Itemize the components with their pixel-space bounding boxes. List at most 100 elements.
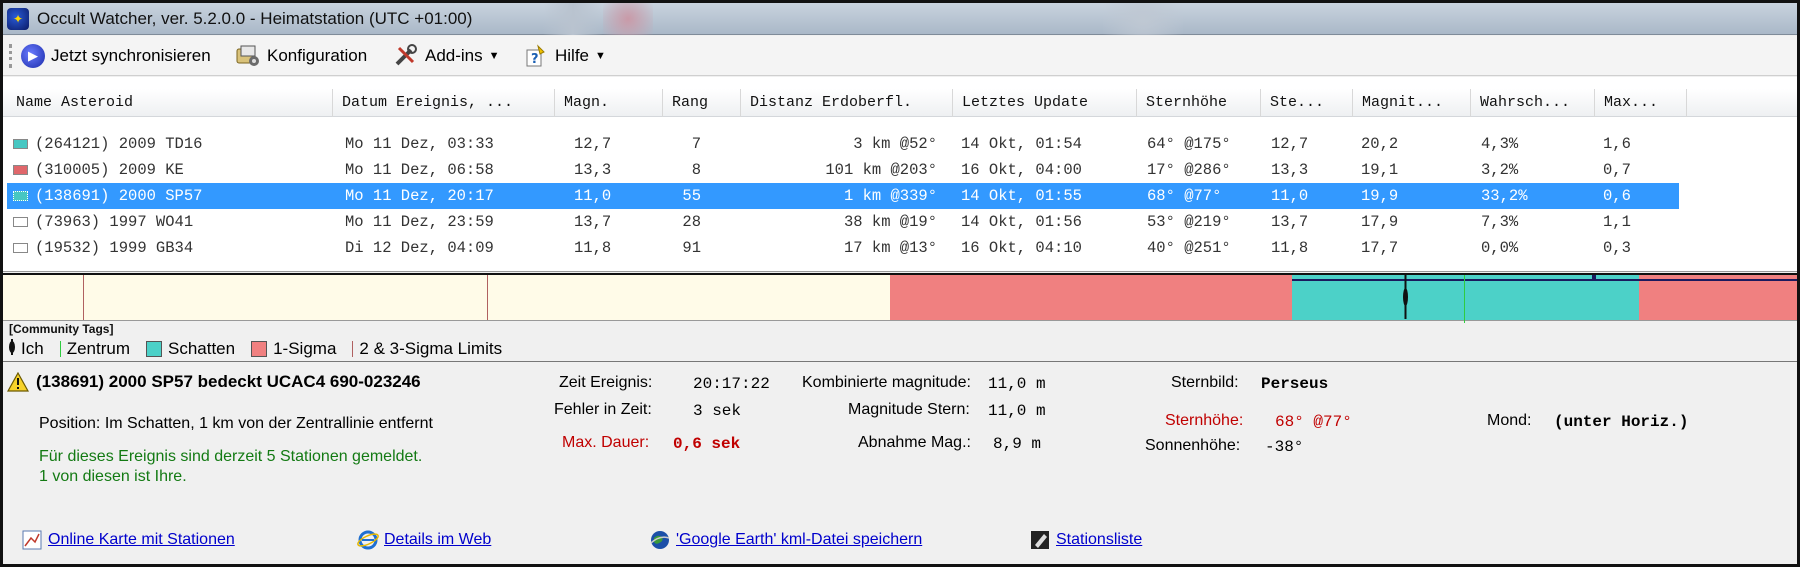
col-header-name[interactable]: Name Asteroid <box>7 89 333 117</box>
toolbar-grip[interactable] <box>9 44 12 68</box>
legend-limits: 2 & 3-Sigma Limits <box>352 339 502 359</box>
help-icon: ? <box>523 44 549 68</box>
legend-center-label: Zentrum <box>66 339 130 358</box>
legend-limits-label: 2 & 3-Sigma Limits <box>359 339 503 358</box>
title-bar-blur <box>1103 3 1183 35</box>
cell-ste: 11,0 <box>1271 187 1309 205</box>
title-bar[interactable]: ✦ Occult Watcher, ver. 5.2.0.0 - Heimats… <box>3 3 1797 35</box>
events-grid[interactable]: Name Asteroid Datum Ereignis, ... Magn. … <box>3 77 1797 272</box>
constellation-label: Sternbild: <box>1171 374 1239 391</box>
row-color-swatch <box>13 139 28 149</box>
cell-alt: 17° @286° <box>1147 161 1231 179</box>
sync-button[interactable]: ▶ Jetzt synchronisieren <box>21 42 211 70</box>
table-row[interactable]: (19532) 1999 GB34 Di 12 Dez, 04:09 11,8 91 1… <box>7 235 1679 261</box>
cell-date: Mo 11 Dez, 03:33 <box>345 135 494 153</box>
google-earth-link[interactable]: 'Google Earth' kml-Datei speichern <box>649 529 922 551</box>
col-header-magn[interactable]: Magn. <box>555 89 663 117</box>
cell-prob: 3,2% <box>1481 161 1519 179</box>
chevron-down-icon: ▼ <box>488 50 500 62</box>
sigma-limit-line <box>487 275 488 320</box>
col-header-ste[interactable]: Ste... <box>1261 89 1353 117</box>
col-header-max[interactable]: Max... <box>1595 89 1687 117</box>
cell-dist: 17 km @13° <box>843 239 937 257</box>
station-list-link-label: Stationsliste <box>1056 531 1143 548</box>
cell-rank: 28 <box>682 213 701 231</box>
cell-magn: 11,8 <box>574 239 612 257</box>
window-title: Occult Watcher, ver. 5.2.0.0 - Heimatsta… <box>37 9 473 28</box>
cell-alt: 64° @175° <box>1147 135 1231 153</box>
table-row[interactable]: (310005) 2009 KE Mo 11 Dez, 06:58 13,3 8 101… <box>7 157 1679 183</box>
cell-rank: 8 <box>691 161 701 179</box>
cell-rank: 7 <box>691 135 701 153</box>
cell-date: Mo 11 Dez, 20:17 <box>345 187 494 205</box>
cell-name: (73963) 1997 WO41 <box>35 213 194 231</box>
event-headline: (138691) 2000 SP57 bedeckt UCAC4 690-023… <box>36 372 421 391</box>
sigma-limit-line <box>83 275 84 320</box>
combined-mag-value: 11,0 m <box>988 375 1046 393</box>
position-text: Position: Im Schatten, 1 km von der Zent… <box>39 415 433 432</box>
cell-date: Mo 11 Dez, 06:58 <box>345 161 494 179</box>
cell-max: 1,1 <box>1603 213 1631 231</box>
sun-alt-label: Sonnenhöhe: <box>1145 437 1241 454</box>
moon-value: (unter Horiz.) <box>1554 413 1689 431</box>
col-header-last-update[interactable]: Letztes Update <box>953 89 1137 117</box>
web-details-link[interactable]: Details im Web <box>357 529 491 551</box>
cell-prob: 7,3% <box>1481 213 1519 231</box>
col-header-magnitude[interactable]: Magnit... <box>1353 89 1471 117</box>
table-row[interactable]: (138691) 2000 SP57 Mo 11 Dez, 20:17 11,0 55… <box>7 183 1679 209</box>
legend-one-sigma-label: 1-Sigma <box>273 339 337 358</box>
cell-magnit: 17,9 <box>1361 213 1399 231</box>
station-list-link[interactable]: Stationsliste <box>1029 529 1142 551</box>
cell-update: 14 Okt, 01:56 <box>961 213 1082 231</box>
col-header-date[interactable]: Datum Ereignis, ... <box>333 89 555 117</box>
row-color-swatch <box>13 243 28 253</box>
legend-shadow: Schatten <box>145 339 236 359</box>
time-error-value: 3 sek <box>693 402 742 420</box>
chevron-down-icon: ▼ <box>595 50 606 62</box>
cell-max: 0,6 <box>1603 187 1631 205</box>
cell-ste: 11,8 <box>1271 239 1309 257</box>
cell-max: 1,6 <box>1603 135 1631 153</box>
legend-shadow-label: Schatten <box>167 339 236 358</box>
shadow-region <box>1292 275 1639 320</box>
star-mag-value: 11,0 m <box>988 402 1046 420</box>
cell-ste: 13,3 <box>1271 161 1309 179</box>
col-header-probability[interactable]: Wahrsch... <box>1471 89 1595 117</box>
col-header-star-alt[interactable]: Sternhöhe <box>1137 89 1261 117</box>
sync-icon: ▶ <box>21 44 45 68</box>
config-button[interactable]: Konfiguration <box>235 42 367 70</box>
table-row[interactable]: (264121) 2009 TD16 Mo 11 Dez, 03:33 12,7 7 3… <box>7 131 1679 157</box>
cell-ste: 13,7 <box>1271 213 1309 231</box>
title-bar-blur <box>603 3 653 35</box>
limit-line-icon <box>352 341 354 357</box>
table-row[interactable]: (73963) 1997 WO41 Mo 11 Dez, 23:59 13,7 28 3… <box>7 209 1679 235</box>
col-header-distance[interactable]: Distanz Erdoberfl. <box>741 89 953 117</box>
star-mag-label: Magnitude Stern: <box>848 401 970 418</box>
help-dropdown[interactable]: ? Hilfe ▼ <box>523 42 606 70</box>
title-bar-blur <box>543 3 603 35</box>
mag-drop-label: Abnahme Mag.: <box>858 434 971 451</box>
table-row-partial[interactable] <box>7 117 1679 125</box>
internet-explorer-icon <box>357 529 379 551</box>
toolbar: ▶ Jetzt synchronisieren Konfiguration Ad… <box>3 36 1797 76</box>
star-icon: ✦ <box>7 8 29 30</box>
max-duration-value: 0,6 sek <box>673 435 741 453</box>
config-icon <box>235 44 261 68</box>
col-header-rank[interactable]: Rang <box>663 89 741 117</box>
cell-prob: 33,2% <box>1481 187 1528 205</box>
cell-name: (310005) 2009 KE <box>35 161 184 179</box>
legend-one-sigma: 1-Sigma <box>251 339 336 359</box>
cell-max: 0,7 <box>1603 161 1631 179</box>
online-map-link[interactable]: Online Karte mit Stationen <box>21 529 235 551</box>
cell-dist: 38 km @19° <box>843 213 937 231</box>
row-color-swatch <box>13 165 28 175</box>
row-color-swatch <box>13 191 28 201</box>
cell-magn: 13,3 <box>574 161 612 179</box>
cell-alt: 53° @219° <box>1147 213 1231 231</box>
cell-magnit: 17,7 <box>1361 239 1399 257</box>
sync-label: Jetzt synchronisieren <box>51 46 211 65</box>
cell-update: 14 Okt, 01:55 <box>961 187 1082 205</box>
addins-dropdown[interactable]: Add-ins ▼ <box>393 42 500 70</box>
legend-title: [Community Tags] <box>9 322 114 336</box>
cell-date: Di 12 Dez, 04:09 <box>345 239 494 257</box>
